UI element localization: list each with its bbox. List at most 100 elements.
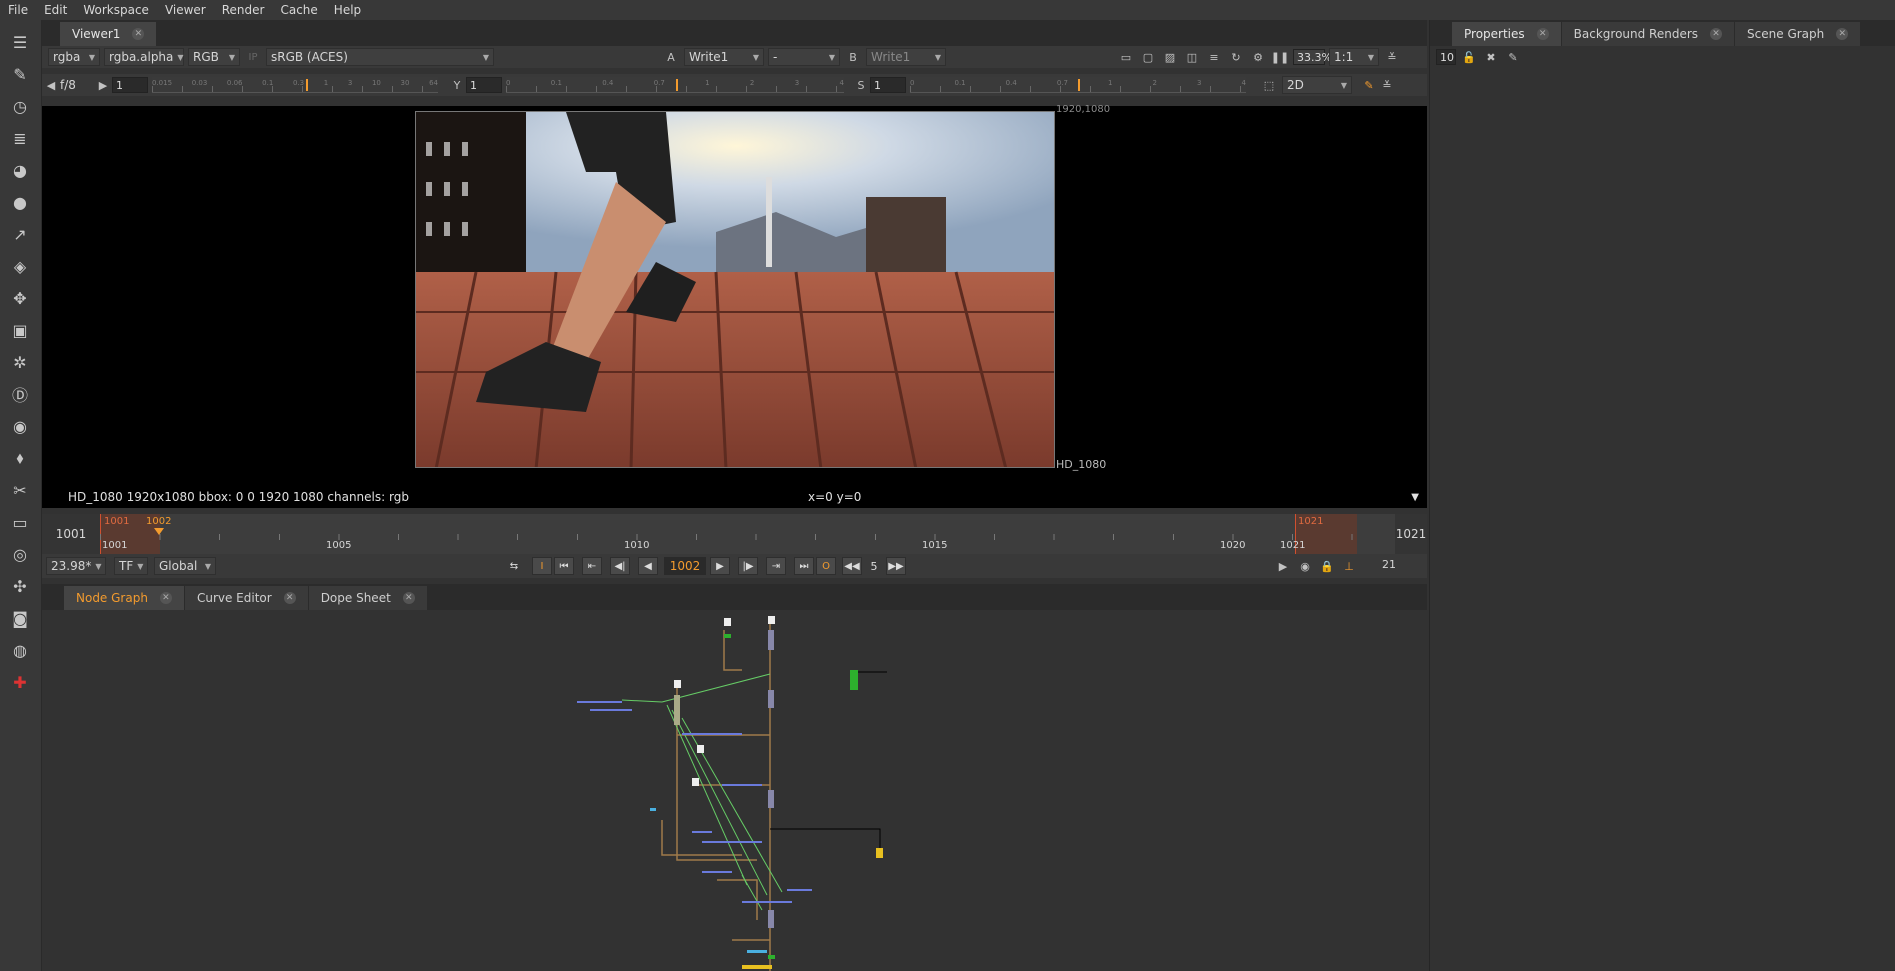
lut-icon[interactable]: ≡ bbox=[1205, 48, 1223, 66]
viewer-canvas[interactable]: 1920,1080 HD_1080 bbox=[42, 104, 1427, 486]
gain-slider[interactable]: 0.015 0.03 0.06 0.1 0.3 1 3 10 30 64 bbox=[152, 77, 438, 93]
furnace-nodes-icon[interactable]: ◎ bbox=[8, 542, 32, 566]
viewer-menu-chevron-icon[interactable]: ≚ bbox=[1383, 48, 1401, 66]
air-nodes-icon[interactable]: ◍ bbox=[8, 638, 32, 662]
pause-icon[interactable]: ❚❚ bbox=[1271, 48, 1289, 66]
proxy-icon[interactable]: ⚙ bbox=[1249, 48, 1267, 66]
lock-icon[interactable]: 🔒 bbox=[1318, 557, 1336, 575]
skip-back-icon[interactable]: ◀◀ bbox=[842, 557, 862, 575]
other-nodes-icon[interactable]: ▭ bbox=[8, 510, 32, 534]
fstop-left-icon[interactable]: ◀ bbox=[42, 76, 60, 94]
image-nodes-icon[interactable]: ☰ bbox=[8, 30, 32, 54]
step-back-icon[interactable]: ◀| bbox=[610, 557, 630, 575]
particles-nodes-icon[interactable]: ✲ bbox=[8, 350, 32, 374]
in-point-button[interactable]: I bbox=[532, 557, 552, 575]
compare-mode-select[interactable]: - ▼ bbox=[768, 48, 840, 66]
views-nodes-icon[interactable]: ◉ bbox=[8, 414, 32, 438]
tab-dope-sheet[interactable]: Dope Sheet ✕ bbox=[308, 586, 427, 610]
max-panels-field[interactable]: 10 bbox=[1436, 49, 1456, 65]
metadata-nodes-icon[interactable]: ⬧ bbox=[8, 446, 32, 470]
merge-nodes-icon[interactable]: ◈ bbox=[8, 254, 32, 278]
filter-nodes-icon[interactable]: ● bbox=[8, 190, 32, 214]
close-icon[interactable]: ✕ bbox=[132, 28, 145, 40]
roi-select-icon[interactable]: ⬚ bbox=[1260, 76, 1278, 94]
paint-tool-icon[interactable]: ✎ bbox=[1360, 76, 1378, 94]
close-icon[interactable]: ✕ bbox=[159, 592, 172, 604]
tab-curve-editor[interactable]: Curve Editor ✕ bbox=[184, 586, 308, 610]
play-forward-icon[interactable]: ▶ bbox=[710, 557, 730, 575]
cara-nodes-icon[interactable]: ◙ bbox=[8, 606, 32, 630]
ocula-nodes-icon[interactable]: ✣ bbox=[8, 574, 32, 598]
overlay-icon[interactable]: ▢ bbox=[1139, 48, 1157, 66]
gamma-field[interactable]: 1 bbox=[466, 77, 502, 93]
alpha-select[interactable]: rgba.alpha ▼ bbox=[104, 48, 184, 66]
timecode-format-select[interactable]: TF ▼ bbox=[114, 557, 148, 575]
tab-viewer1[interactable]: Viewer1 ✕ bbox=[60, 22, 157, 46]
current-frame-field[interactable]: 1002 bbox=[664, 557, 706, 575]
3d-nodes-icon[interactable]: ▣ bbox=[8, 318, 32, 342]
lock-icon[interactable]: 🔓 bbox=[1460, 48, 1478, 66]
go-to-end-icon[interactable]: ⏭ bbox=[794, 557, 814, 575]
float-panel-icon[interactable]: ✎ bbox=[1504, 48, 1522, 66]
b-input-select[interactable]: Write1 ▼ bbox=[866, 48, 946, 66]
playback-mode-icon[interactable]: ⇆ bbox=[504, 557, 524, 575]
draw-nodes-icon[interactable]: ✎ bbox=[8, 62, 32, 86]
menu-help[interactable]: Help bbox=[326, 3, 369, 17]
view-mode-select[interactable]: 2D ▼ bbox=[1282, 76, 1352, 94]
info-menu-icon[interactable]: ▼ bbox=[1411, 492, 1419, 503]
next-keyframe-icon[interactable]: ⇥ bbox=[766, 557, 786, 575]
gain-field[interactable]: 1 bbox=[112, 77, 148, 93]
close-icon[interactable]: ✕ bbox=[283, 592, 296, 604]
capture-icon[interactable]: ◉ bbox=[1296, 557, 1314, 575]
fps-select[interactable]: 23.98* ▼ bbox=[46, 557, 106, 575]
timeline-scrubber[interactable]: 1001 1021 1002 1001 1005 1010 1015 1020 … bbox=[100, 514, 1395, 554]
deep-nodes-icon[interactable]: Ⓓ bbox=[8, 382, 32, 406]
out-point-button[interactable]: O bbox=[816, 557, 836, 575]
fstop-right-icon[interactable]: ▶ bbox=[94, 76, 112, 94]
play-backward-icon[interactable]: ◀ bbox=[638, 557, 658, 575]
zoom-field[interactable]: 33.3% bbox=[1293, 49, 1332, 65]
previous-keyframe-icon[interactable]: ⇤ bbox=[582, 557, 602, 575]
saturation-field[interactable]: 1 bbox=[870, 77, 906, 93]
time-nodes-icon[interactable]: ◷ bbox=[8, 94, 32, 118]
tab-properties[interactable]: Properties ✕ bbox=[1452, 22, 1561, 46]
mask-icon[interactable]: ▨ bbox=[1161, 48, 1179, 66]
close-icon[interactable]: ✕ bbox=[1710, 28, 1723, 40]
gamma-slider[interactable]: 0 0.1 0.4 0.7 1 2 3 4 bbox=[506, 77, 844, 93]
viewer-colorspace-select[interactable]: sRGB (ACES) ▼ bbox=[266, 48, 494, 66]
range-icon[interactable]: ⊥ bbox=[1340, 557, 1358, 575]
close-icon[interactable]: ✕ bbox=[1536, 28, 1549, 40]
step-forward-icon[interactable]: |▶ bbox=[738, 557, 758, 575]
transform-nodes-icon[interactable]: ✥ bbox=[8, 286, 32, 310]
menu-cache[interactable]: Cache bbox=[272, 3, 325, 17]
plugin-nodes-icon[interactable]: ✚ bbox=[8, 670, 32, 694]
close-icon[interactable]: ✕ bbox=[402, 592, 415, 604]
tab-node-graph[interactable]: Node Graph ✕ bbox=[64, 586, 184, 610]
timeline-start-field[interactable]: 1001 bbox=[42, 514, 100, 554]
row-menu-chevron-icon[interactable]: ≚ bbox=[1378, 76, 1396, 94]
go-to-start-icon[interactable]: ⏮ bbox=[554, 557, 574, 575]
a-input-select[interactable]: Write1 ▼ bbox=[684, 48, 764, 66]
input-process-toggle[interactable]: IP bbox=[244, 48, 262, 66]
flipbook-icon[interactable]: ▶ bbox=[1274, 557, 1292, 575]
menu-viewer[interactable]: Viewer bbox=[157, 3, 214, 17]
timeline-end-field[interactable]: 1021 bbox=[1395, 514, 1427, 554]
menu-render[interactable]: Render bbox=[214, 3, 273, 17]
close-icon[interactable]: ✕ bbox=[1836, 28, 1849, 40]
menu-workspace[interactable]: Workspace bbox=[75, 3, 157, 17]
clipping-icon[interactable]: ◫ bbox=[1183, 48, 1201, 66]
frame-count-field[interactable]: 21 bbox=[1382, 558, 1396, 571]
keyer-nodes-icon[interactable]: ↗ bbox=[8, 222, 32, 246]
toolsets-icon[interactable]: ✂ bbox=[8, 478, 32, 502]
channel-nodes-icon[interactable]: ≣ bbox=[8, 126, 32, 150]
node-graph-canvas[interactable] bbox=[42, 610, 1427, 971]
roi-icon[interactable]: ▭ bbox=[1117, 48, 1135, 66]
display-channel-select[interactable]: RGB ▼ bbox=[188, 48, 240, 66]
tab-background-renders[interactable]: Background Renders ✕ bbox=[1561, 22, 1735, 46]
channels-select[interactable]: rgba ▼ bbox=[48, 48, 100, 66]
skip-increment-field[interactable]: 5 bbox=[864, 557, 884, 575]
color-nodes-icon[interactable]: ◕ bbox=[8, 158, 32, 182]
downscale-select[interactable]: 1:1 ▼ bbox=[1329, 48, 1379, 66]
menu-edit[interactable]: Edit bbox=[36, 3, 75, 17]
menu-file[interactable]: File bbox=[0, 3, 36, 17]
